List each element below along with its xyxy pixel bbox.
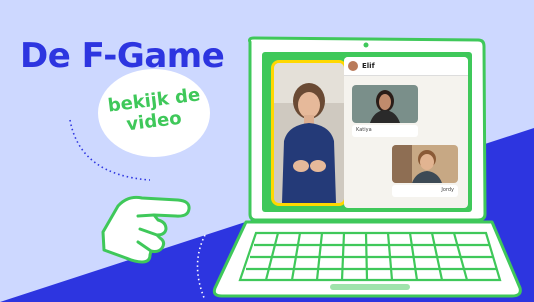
main-video-feed[interactable] (271, 60, 347, 206)
video-message-katiya[interactable] (352, 85, 418, 123)
contact-name: Elif (362, 62, 375, 70)
katiya-video-thumbnail (352, 85, 418, 123)
woman-video-image (274, 63, 344, 203)
message-sender: Katiya (352, 125, 418, 137)
video-message-jordy[interactable] (392, 145, 458, 183)
message-sender: Jordy (392, 185, 458, 197)
avatar (348, 61, 358, 71)
webcam-icon (363, 42, 369, 48)
chat-header: Elif (344, 57, 468, 76)
chat-panel: Elif Katiya Jordy (344, 57, 468, 208)
jordy-video-thumbnail (392, 145, 458, 183)
